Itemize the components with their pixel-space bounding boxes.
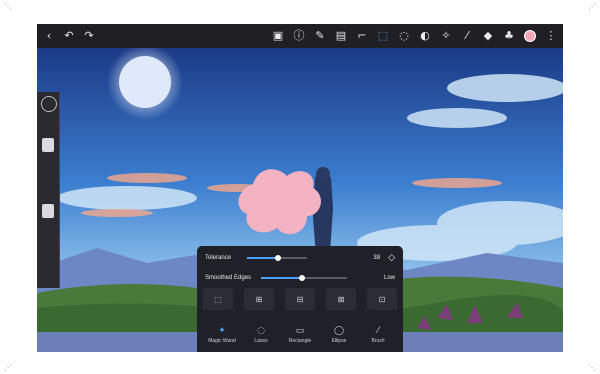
lasso-icon[interactable]: ◌: [398, 24, 410, 48]
mode-feather-icon: ⊡: [378, 294, 386, 304]
crop-icon[interactable]: ⌐: [356, 24, 368, 48]
mode-subtract-icon: ⊟: [296, 294, 304, 304]
mode-intersect-icon: ⊠: [337, 294, 345, 304]
tolerance-row: Tolerance 38 ◇: [205, 252, 395, 264]
smoothed-edges-fill: [261, 277, 301, 279]
back-icon[interactable]: ‹: [43, 24, 55, 48]
brush-size-slider[interactable]: [42, 138, 54, 152]
sidebar-modify-button[interactable]: [41, 96, 57, 112]
smoothed-edges-label: Smoothed Edges: [205, 275, 252, 281]
tool-magic-wand[interactable]: ✦ Magic Wand: [203, 324, 241, 346]
tool-label: Rectangle: [288, 338, 312, 344]
selection-options-panel: Tolerance 38 ◇ Smoothed Edges Low ⬚ ⊞ ⊟ …: [197, 246, 403, 352]
mode-new-icon: ⬚: [214, 294, 222, 304]
tool-brush[interactable]: ⁄ Brush: [359, 324, 397, 346]
smoothed-edges-knob[interactable]: [299, 275, 305, 281]
liquify-icon[interactable]: ✧: [440, 24, 452, 48]
tool-rectangle[interactable]: ▭ Rectangle: [281, 324, 319, 346]
opacity-slider[interactable]: [42, 204, 54, 218]
lasso-tool-icon: ◌: [257, 326, 265, 336]
redo-icon[interactable]: ↷: [83, 24, 95, 48]
tool-ellipse[interactable]: ◯ Ellipse: [320, 324, 358, 346]
ellipse-tool-icon: ◯: [333, 326, 345, 336]
layers-icon[interactable]: ▤: [335, 24, 347, 48]
tool-label: Brush: [371, 338, 385, 344]
corner-mark: ⋱: [4, 2, 12, 11]
invert-selection-icon[interactable]: ◇: [388, 253, 395, 263]
eraser-icon[interactable]: ◆: [482, 24, 494, 48]
tool-label: Lasso: [254, 338, 268, 344]
fill-icon[interactable]: ♣: [503, 24, 515, 48]
mode-new-button[interactable]: ⬚: [203, 288, 233, 310]
selection-mode-row: ⬚ ⊞ ⊟ ⊠ ⊡: [203, 288, 397, 310]
brush-size-sidebar: [37, 92, 60, 288]
tolerance-label: Tolerance: [205, 255, 232, 261]
brush-icon[interactable]: ⁄: [461, 24, 473, 48]
rectangle-tool-icon: ▭: [295, 326, 305, 336]
smoothed-edges-value: Low: [383, 275, 395, 281]
info-icon[interactable]: ⓘ: [293, 24, 305, 48]
mode-intersect-button[interactable]: ⊠: [326, 288, 356, 310]
tolerance-value: 38: [373, 255, 381, 261]
tool-lasso[interactable]: ◌ Lasso: [242, 324, 280, 346]
save-icon[interactable]: ▣: [272, 24, 284, 48]
selection-icon[interactable]: ⬚: [377, 24, 389, 48]
brush-tool-icon: ⁄: [377, 326, 379, 336]
mode-add-button[interactable]: ⊞: [244, 288, 274, 310]
smoothed-edges-row: Smoothed Edges Low: [205, 272, 395, 284]
magic-wand-icon: ✦: [218, 326, 226, 336]
color-swatch[interactable]: [524, 30, 536, 42]
mode-feather-button[interactable]: ⊡: [367, 288, 397, 310]
smudge-icon[interactable]: ◐: [419, 24, 431, 48]
tool-label: Magic Wand: [208, 338, 236, 344]
tablet-screen: ‹ ↶ ↷ ▣ ⓘ ✎ ▤ ⌐ ⬚ ◌ ◐ ✧ ⁄ ◆ ♣ ⋮ Toleranc…: [37, 24, 563, 352]
selection-tool-row: ✦ Magic Wand ◌ Lasso ▭ Rectangle ◯ Ellip…: [203, 324, 397, 346]
tool-label: Ellipse: [331, 338, 347, 344]
mode-add-icon: ⊞: [255, 294, 263, 304]
corner-mark: ⋱: [588, 363, 596, 372]
tolerance-fill: [247, 257, 277, 259]
undo-icon[interactable]: ↶: [63, 24, 75, 48]
corner-mark: ⋰: [588, 2, 596, 11]
mode-subtract-button[interactable]: ⊟: [285, 288, 315, 310]
more-icon[interactable]: ⋮: [545, 24, 557, 48]
top-toolbar: ‹ ↶ ↷ ▣ ⓘ ✎ ▤ ⌐ ⬚ ◌ ◐ ✧ ⁄ ◆ ♣ ⋮: [37, 24, 563, 48]
corner-mark: ⋰: [4, 363, 12, 372]
wrench-icon[interactable]: ✎: [314, 24, 326, 48]
tolerance-knob[interactable]: [275, 255, 281, 261]
